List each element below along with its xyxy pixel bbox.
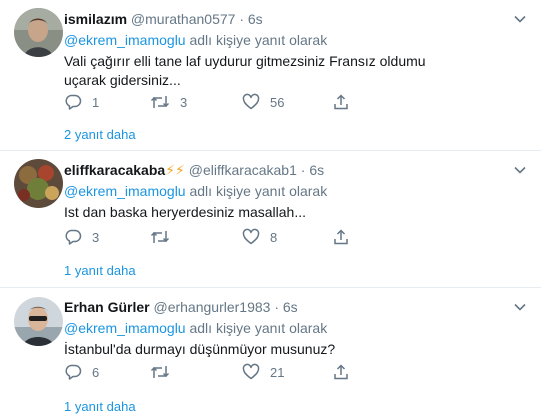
chevron-down-icon[interactable]: [513, 300, 527, 314]
reply-button[interactable]: 1: [64, 92, 99, 112]
display-name[interactable]: ismilazım: [64, 11, 127, 27]
tweet-text: Vali çağırır elli tane laf uydurur gitme…: [64, 53, 426, 88]
reply-count: 3: [92, 229, 100, 245]
heart-icon: [242, 228, 260, 245]
reply-prefix: adlı kişiye yanıt olarak: [189, 320, 328, 336]
reply-prefix: adlı kişiye yanıt olarak: [189, 183, 328, 199]
tweet-text: İstanbul'da durmayı düşünmüyor musunuz?: [64, 341, 336, 357]
display-name[interactable]: eliffkaracakaba: [64, 162, 165, 178]
share-button[interactable]: [332, 362, 350, 382]
heart-icon: [242, 93, 260, 110]
reply-button[interactable]: 3: [64, 227, 99, 247]
retweet-button[interactable]: [150, 227, 180, 247]
reply-button[interactable]: 6: [64, 362, 99, 382]
like-count: 56: [270, 94, 285, 110]
share-button[interactable]: [332, 227, 350, 247]
reply-context: @ekrem_imamoglu adlı kişiye yanıt olarak: [64, 319, 327, 337]
reply-count: 1: [92, 94, 100, 110]
action-bar: 1 3 56: [64, 92, 394, 112]
timestamp[interactable]: · 6s: [301, 162, 324, 178]
more-replies-link[interactable]: 1 yanıt daha: [64, 399, 136, 415]
tweet-2[interactable]: eliffkaracakaba⚡⚡ @eliffkaracakab1 · 6s …: [0, 151, 541, 287]
reply-icon: [65, 229, 82, 245]
chevron-down-icon[interactable]: [513, 163, 527, 177]
more-replies-link[interactable]: 2 yanıt daha: [64, 127, 136, 143]
retweet-count: 3: [180, 94, 188, 110]
reply-context: @ekrem_imamoglu adlı kişiye yanıt olarak: [64, 31, 327, 49]
reply-count: 6: [92, 364, 100, 380]
like-button[interactable]: 8: [242, 227, 277, 247]
chevron-down-icon[interactable]: [513, 12, 527, 26]
more-replies-link[interactable]: 1 yanıt daha: [64, 263, 136, 279]
reply-prefix: adlı kişiye yanıt olarak: [189, 32, 328, 48]
lightning-badge-icon: ⚡⚡: [165, 162, 185, 178]
display-name[interactable]: Erhan Gürler: [64, 299, 150, 315]
share-icon: [334, 94, 348, 110]
reply-icon: [65, 364, 82, 380]
action-bar: 3 8: [64, 227, 394, 247]
retweet-button[interactable]: [150, 362, 180, 382]
share-icon: [334, 229, 348, 245]
heart-icon: [242, 363, 260, 380]
user-handle[interactable]: @eliffkaracakab1: [189, 162, 297, 178]
avatar[interactable]: [14, 297, 63, 346]
mention-link[interactable]: @ekrem_imamoglu: [64, 183, 186, 199]
retweet-icon: [150, 231, 170, 243]
avatar[interactable]: [14, 159, 63, 208]
user-handle[interactable]: @erhangurler1983: [153, 299, 270, 315]
action-bar: 6 21: [64, 362, 394, 382]
mention-link[interactable]: @ekrem_imamoglu: [64, 320, 186, 336]
like-button[interactable]: 56: [242, 92, 284, 112]
share-icon: [334, 364, 348, 380]
avatar[interactable]: [14, 8, 63, 57]
reply-icon: [65, 94, 82, 110]
user-handle[interactable]: @murathan0577: [131, 11, 236, 27]
retweet-button[interactable]: 3: [150, 92, 187, 112]
timestamp[interactable]: · 6s: [239, 11, 262, 27]
mention-link[interactable]: @ekrem_imamoglu: [64, 32, 186, 48]
share-button[interactable]: [332, 92, 350, 112]
tweet-3[interactable]: Erhan Gürler @erhangurler1983 · 6s @ekre…: [0, 288, 541, 419]
tweet-text: Ist dan baska heryerdesiniz masallah...: [64, 204, 307, 220]
like-count: 8: [270, 229, 278, 245]
timestamp[interactable]: · 6s: [274, 299, 297, 315]
retweet-icon: [150, 96, 170, 108]
like-count: 21: [270, 364, 285, 380]
reply-context: @ekrem_imamoglu adlı kişiye yanıt olarak: [64, 182, 327, 200]
tweet-1[interactable]: ismilazım @murathan0577 · 6s @ekrem_imam…: [0, 0, 541, 150]
like-button[interactable]: 21: [242, 362, 284, 382]
retweet-icon: [150, 366, 170, 378]
